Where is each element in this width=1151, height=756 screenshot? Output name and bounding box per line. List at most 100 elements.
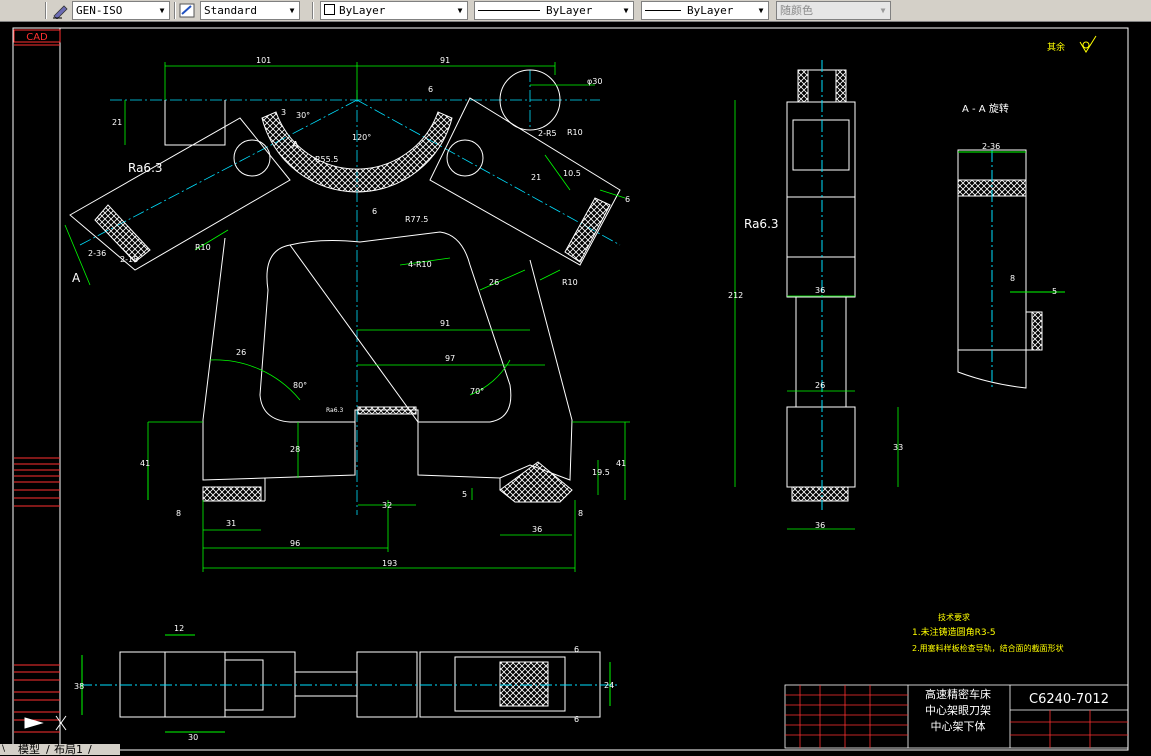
drawing-canvas[interactable]: CAD 其余 101 91 6 φ30 21 3 30° R55.5 120° … xyxy=(0,22,1151,755)
toolbar-separator xyxy=(312,2,314,19)
side-view xyxy=(786,60,856,510)
svg-text:8: 8 xyxy=(578,509,583,518)
linetype-sample-icon xyxy=(478,10,540,11)
linetype-select[interactable]: ByLayer ▼ xyxy=(474,1,634,20)
section-aa-view: A - A 旋转 2-36 8 5 xyxy=(957,102,1065,390)
svg-text:30°: 30° xyxy=(296,111,310,120)
svg-text:R77.5: R77.5 xyxy=(405,215,428,224)
textstyle-select[interactable]: Standard ▼ xyxy=(200,1,300,20)
svg-text:Ra6.3: Ra6.3 xyxy=(744,217,779,231)
svg-text:19.5: 19.5 xyxy=(592,468,610,477)
plotstyle-select: 随颜色 ▼ xyxy=(776,1,891,20)
svg-text:2-R5: 2-R5 xyxy=(538,129,557,138)
svg-text:101: 101 xyxy=(256,56,271,65)
lineweight-sample-icon xyxy=(645,10,681,11)
svg-text:91: 91 xyxy=(440,56,450,65)
svg-text:36: 36 xyxy=(815,521,825,530)
linetype-value: ByLayer xyxy=(546,4,593,17)
svg-text:193: 193 xyxy=(382,559,397,568)
svg-text:38: 38 xyxy=(74,682,84,691)
side-strip: CAD xyxy=(13,29,61,733)
chevron-down-icon: ▼ xyxy=(880,6,886,15)
svg-text:120°: 120° xyxy=(352,133,371,142)
color-select[interactable]: ByLayer ▼ xyxy=(320,1,468,20)
svg-text:A: A xyxy=(72,271,81,285)
svg-text:8: 8 xyxy=(176,509,181,518)
color-swatch-icon xyxy=(324,4,335,15)
textstyle-value: Standard xyxy=(204,4,257,17)
svg-text:26: 26 xyxy=(236,348,246,357)
svg-text:R10: R10 xyxy=(567,128,583,137)
properties-toolbar: GEN-ISO ▼ Standard ▼ ByLayer ▼ ByLayer ▼… xyxy=(0,0,1151,22)
tab-scroll-arrows[interactable]: \ xyxy=(2,744,5,755)
svg-text:6: 6 xyxy=(574,645,579,654)
svg-text:41: 41 xyxy=(140,459,150,468)
svg-text:212: 212 xyxy=(728,291,743,300)
svg-text:24: 24 xyxy=(604,681,614,690)
svg-text:97: 97 xyxy=(445,354,455,363)
svg-text:30: 30 xyxy=(188,733,198,742)
dimstyle-icon[interactable] xyxy=(52,2,69,20)
svg-text:6: 6 xyxy=(372,207,377,216)
svg-text:2-36: 2-36 xyxy=(88,249,106,258)
svg-text:12: 12 xyxy=(174,624,184,633)
tab-separator: / xyxy=(46,743,50,756)
svg-text:R10: R10 xyxy=(195,243,211,252)
svg-text:中心架下体: 中心架下体 xyxy=(931,719,986,733)
dimstyle-select[interactable]: GEN-ISO ▼ xyxy=(72,1,170,20)
tab-model[interactable]: 模型 xyxy=(18,744,40,755)
svg-text:26: 26 xyxy=(815,381,825,390)
svg-text:3: 3 xyxy=(281,108,286,117)
svg-text:4-R10: 4-R10 xyxy=(408,260,432,269)
bottom-view xyxy=(80,634,620,733)
chevron-down-icon: ▼ xyxy=(758,6,764,15)
dimstyle-value: GEN-ISO xyxy=(76,4,123,17)
toolbar-separator xyxy=(174,2,176,19)
tab-layout1[interactable]: 布局1 xyxy=(54,744,83,755)
cad-label: CAD xyxy=(26,32,48,43)
svg-text:其余: 其余 xyxy=(1047,41,1065,53)
svg-text:中心架眼刀架: 中心架眼刀架 xyxy=(925,704,991,717)
svg-text:Ra6.3: Ra6.3 xyxy=(128,161,163,175)
svg-text:1.未注铸造圆角R3-5: 1.未注铸造圆角R3-5 xyxy=(912,626,996,638)
svg-text:10.5: 10.5 xyxy=(563,169,581,178)
lineweight-select[interactable]: ByLayer ▼ xyxy=(641,1,769,20)
roughness-symbol-general: 其余 xyxy=(1047,35,1097,53)
svg-text:21: 21 xyxy=(531,173,541,182)
chevron-down-icon: ▼ xyxy=(289,6,295,15)
tab-separator: / xyxy=(88,743,92,756)
svg-text:96: 96 xyxy=(290,539,300,548)
svg-text:32: 32 xyxy=(382,501,392,510)
svg-text:6: 6 xyxy=(625,195,630,204)
svg-text:技术要求: 技术要求 xyxy=(938,612,970,622)
svg-text:Ra6.3: Ra6.3 xyxy=(326,407,343,414)
textstyle-icon[interactable] xyxy=(179,2,196,19)
chevron-down-icon: ▼ xyxy=(457,6,463,15)
color-value: ByLayer xyxy=(339,4,386,17)
svg-text:2.用塞料样板检查导轨，结合面的截面形状: 2.用塞料样板检查导轨，结合面的截面形状 xyxy=(912,643,1064,653)
svg-text:A - A 旋转: A - A 旋转 xyxy=(962,102,1009,115)
svg-text:91: 91 xyxy=(440,319,450,328)
svg-text:31: 31 xyxy=(226,519,236,528)
chevron-down-icon: ▼ xyxy=(159,6,165,15)
svg-text:33: 33 xyxy=(893,443,903,452)
svg-text:80°: 80° xyxy=(293,381,307,390)
svg-text:2-36: 2-36 xyxy=(982,142,1000,151)
front-labels: Ra6.3 A A Ra6.3 xyxy=(72,140,343,414)
svg-text:φ30: φ30 xyxy=(587,77,602,86)
svg-text:高速精密车床: 高速精密车床 xyxy=(925,687,991,701)
plotstyle-value: 随颜色 xyxy=(780,4,813,17)
svg-text:6: 6 xyxy=(428,85,433,94)
svg-text:41: 41 xyxy=(616,459,626,468)
svg-text:8: 8 xyxy=(1010,274,1015,283)
svg-text:70°: 70° xyxy=(470,387,484,396)
svg-text:5: 5 xyxy=(1052,287,1057,296)
svg-text:36: 36 xyxy=(532,525,542,534)
chevron-down-icon: ▼ xyxy=(623,6,629,15)
svg-text:36: 36 xyxy=(815,286,825,295)
toolbar-separator xyxy=(45,2,47,19)
svg-text:28: 28 xyxy=(290,445,300,454)
svg-text:R55.5: R55.5 xyxy=(315,155,338,164)
layout-tabs: \ 模型 / 布局1 / xyxy=(0,744,120,755)
svg-text:5: 5 xyxy=(462,490,467,499)
